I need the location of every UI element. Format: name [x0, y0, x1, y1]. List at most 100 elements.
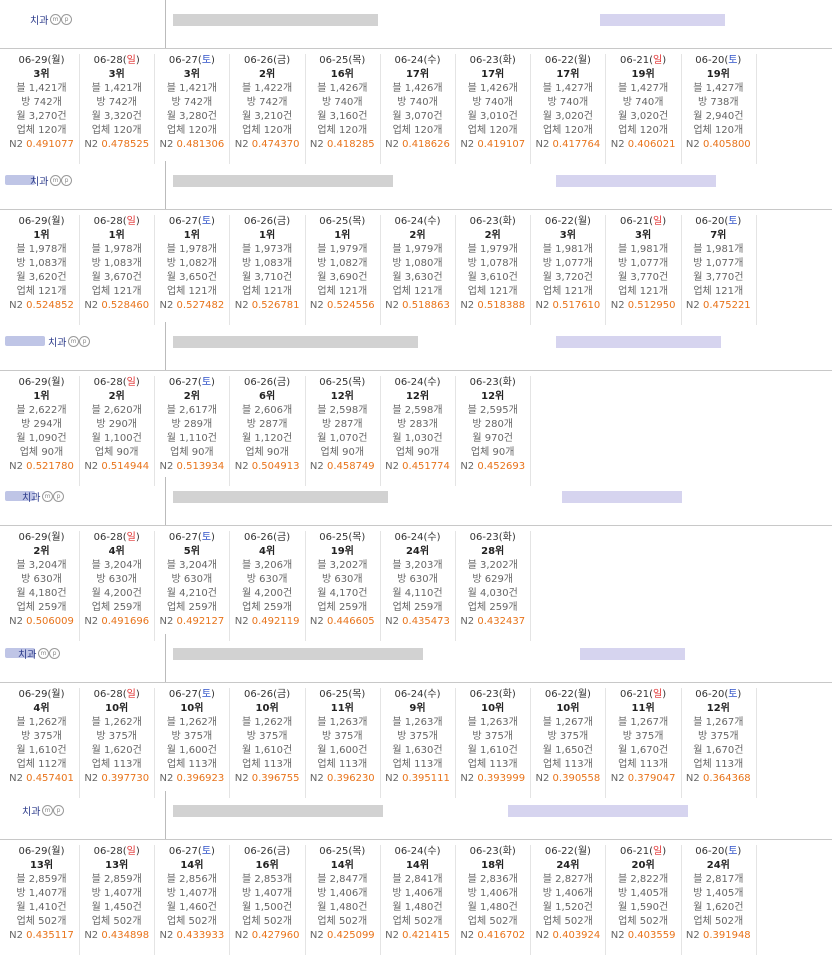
day-cell[interactable]: 06-25(목) 19위 블 3,202개 방 630개 월 4,170건 업체 259개…	[305, 531, 381, 641]
n2-value: 0.446605	[326, 616, 375, 627]
day-cell[interactable]: 06-24(수) 14위 블 2,841개 방 1,406개 월 1,480건 업체 50…	[380, 845, 456, 955]
n2-value: 0.491696	[101, 616, 150, 627]
day-cell[interactable]: 06-25(목) 16위 블 1,426개 방 740개 월 3,160건 업체 120개…	[305, 54, 381, 164]
day-cell[interactable]: 06-21(일) 11위 블 1,267개 방 375개 월 1,670건 업체 113개…	[606, 688, 682, 798]
clinic-name-suffix[interactable]: 치과	[30, 12, 48, 27]
clinic-name-cell[interactable]: 치과 m p	[0, 634, 166, 682]
map-m-icon[interactable]: m	[50, 14, 61, 25]
day-cell[interactable]: 06-28(일) 3위 블 1,421개 방 742개 월 3,320건 업체 120개 N…	[79, 54, 156, 164]
day-cell[interactable]: 06-28(일) 10위 블 1,262개 방 375개 월 1,620건 업체 113개…	[79, 688, 156, 798]
biz-count: 업체 502개	[242, 916, 293, 927]
biz-count: 업체 120개	[16, 125, 67, 136]
day-cell[interactable]: 06-21(일) 19위 블 1,427개 방 740개 월 3,020건 업체 120개…	[606, 54, 682, 164]
weekday-text: 월	[51, 377, 61, 388]
clinic-name-suffix[interactable]: 치과	[48, 334, 66, 349]
day-cell[interactable]: 06-28(일) 13위 블 2,859개 방 1,407개 월 1,450건 업체 50…	[79, 845, 156, 955]
day-cell[interactable]: 06-28(일) 4위 블 3,204개 방 630개 월 4,200건 업체 259개 N…	[79, 531, 156, 641]
rank-value: 13위	[29, 860, 54, 871]
biz-count: 업체 121개	[542, 286, 593, 297]
map-m-icon[interactable]: m	[50, 175, 61, 186]
paren-close: )	[286, 377, 291, 388]
day-cell[interactable]: 06-27(토) 3위 블 1,421개 방 742개 월 3,280건 업체 120개 N…	[154, 54, 231, 164]
day-cell[interactable]: 06-25(목) 11위 블 1,263개 방 375개 월 1,600건 업체 113개…	[305, 688, 381, 798]
day-cell[interactable]: 06-24(수) 24위 블 3,203개 방 630개 월 4,110건 업체 259개…	[380, 531, 456, 641]
biz-count: 업체 502개	[618, 916, 669, 927]
day-cell[interactable]: 06-20(토) 19위 블 1,427개 방 738개 월 2,940건 업체 120개…	[681, 54, 757, 164]
day-cell[interactable]: 06-28(일) 2위 블 2,620개 방 290개 월 1,100건 업체 90개 N2…	[79, 376, 156, 486]
day-cell[interactable]: 06-25(목) 12위 블 2,598개 방 287개 월 1,070건 업체 90개 N…	[305, 376, 381, 486]
day-cell[interactable]: 06-23(화) 12위 블 2,595개 방 280개 월 970건 업체 90개 N2 …	[455, 376, 532, 486]
day-cell[interactable]: 06-29(월) 13위 블 2,859개 방 1,407개 월 1,410건 업체 50…	[4, 845, 80, 955]
clinic-name-suffix[interactable]: 치과	[22, 803, 40, 818]
map-m-icon[interactable]: m	[42, 805, 53, 816]
day-cell[interactable]: 06-25(목) 1위 블 1,979개 방 1,082개 월 3,690건 업체 121…	[305, 215, 381, 325]
day-cell[interactable]: 06-26(금) 1위 블 1,973개 방 1,083개 월 3,710건 업체 121…	[230, 215, 306, 325]
day-cell[interactable]: 06-24(수) 2위 블 1,979개 방 1,080개 월 3,630건 업체 121…	[380, 215, 456, 325]
clinic-name-cell[interactable]: 치과 m p	[0, 477, 166, 525]
day-cell[interactable]: 06-20(토) 24위 블 2,817개 방 1,405개 월 1,620건 업체 50…	[681, 845, 757, 955]
day-cell[interactable]: 06-27(토) 10위 블 1,262개 방 375개 월 1,600건 업체 113개…	[154, 688, 231, 798]
n2-score: N2 0.514944	[79, 460, 154, 474]
bang-count: 방 742개	[171, 97, 213, 108]
day-cell[interactable]: 06-20(토) 12위 블 1,267개 방 375개 월 1,670건 업체 113개…	[681, 688, 757, 798]
day-cell[interactable]: 06-23(화) 2위 블 1,979개 방 1,078개 월 3,610건 업체 121…	[455, 215, 532, 325]
map-p-icon[interactable]: p	[61, 14, 72, 25]
day-cell[interactable]: 06-26(금) 6위 블 2,606개 방 287개 월 1,120건 업체 90개 N2…	[230, 376, 306, 486]
day-cell[interactable]: 06-29(월) 4위 블 1,262개 방 375개 월 1,610건 업체 112개 N…	[4, 688, 80, 798]
day-date: 06-24(수)	[380, 376, 455, 390]
day-cell[interactable]: 06-24(수) 12위 블 2,598개 방 283개 월 1,030건 업체 90개 N…	[380, 376, 456, 486]
day-cell[interactable]: 06-23(화) 28위 블 3,202개 방 629개 월 4,030건 업체 259개…	[455, 531, 532, 641]
map-p-icon[interactable]: p	[49, 648, 60, 659]
day-cell[interactable]: 06-27(토) 14위 블 2,856개 방 1,407개 월 1,460건 업체 50…	[154, 845, 231, 955]
day-cell[interactable]: 06-21(일) 20위 블 2,822개 방 1,405개 월 1,590건 업체 50…	[606, 845, 682, 955]
day-cell[interactable]: 06-22(월) 24위 블 2,827개 방 1,406개 월 1,520건 업체 50…	[530, 845, 607, 955]
paren-close: )	[60, 216, 65, 227]
clinic-name-suffix[interactable]: 치과	[22, 489, 40, 504]
weekday-text: 화	[502, 846, 512, 857]
day-cell[interactable]: 06-24(수) 17위 블 1,426개 방 740개 월 3,070건 업체 120개…	[380, 54, 456, 164]
day-cell[interactable]: 06-23(화) 10위 블 1,263개 방 375개 월 1,610건 업체 113개…	[455, 688, 532, 798]
day-cell[interactable]: 06-27(토) 1위 블 1,978개 방 1,082개 월 3,650건 업체 121…	[154, 215, 231, 325]
clinic-name-cell[interactable]: 치과 m p	[0, 791, 166, 839]
day-cell[interactable]: 06-29(월) 3위 블 1,421개 방 742개 월 3,270건 업체 120개 N…	[4, 54, 80, 164]
rank-value: 10위	[255, 703, 279, 714]
map-m-icon[interactable]: m	[38, 648, 49, 659]
day-cell[interactable]: 06-22(월) 17위 블 1,427개 방 740개 월 3,020건 업체 120개…	[530, 54, 607, 164]
day-cell[interactable]: 06-28(일) 1위 블 1,978개 방 1,083개 월 3,670건 업체 121…	[79, 215, 156, 325]
map-m-icon[interactable]: m	[68, 336, 79, 347]
clinic-name-cell[interactable]: 치과 m p	[0, 0, 166, 48]
rank-value: 17위	[481, 69, 505, 80]
day-cell[interactable]: 06-23(화) 17위 블 1,426개 방 740개 월 3,010건 업체 120개…	[455, 54, 532, 164]
clinic-name-suffix[interactable]: 치과	[30, 173, 48, 188]
map-p-icon[interactable]: p	[53, 491, 64, 502]
day-cell[interactable]: 06-29(월) 2위 블 3,204개 방 630개 월 4,180건 업체 259개 N…	[4, 531, 80, 641]
clinic-name-cell[interactable]: 치과 m p	[0, 322, 166, 370]
day-cell[interactable]: 06-22(월) 3위 블 1,981개 방 1,077개 월 3,720건 업체 121…	[530, 215, 607, 325]
map-m-icon[interactable]: m	[42, 491, 53, 502]
day-cell[interactable]: 06-26(금) 10위 블 1,262개 방 375개 월 1,610건 업체 113개…	[230, 688, 306, 798]
blog-count: 블 1,421개	[91, 83, 142, 94]
map-p-icon[interactable]: p	[61, 175, 72, 186]
day-cell[interactable]: 06-22(월) 10위 블 1,267개 방 375개 월 1,650건 업체 113개…	[530, 688, 607, 798]
day-cell[interactable]: 06-23(화) 18위 블 2,836개 방 1,406개 월 1,480건 업체 50…	[455, 845, 532, 955]
day-cell[interactable]: 06-24(수) 9위 블 1,263개 방 375개 월 1,630건 업체 113개 N…	[380, 688, 456, 798]
map-p-icon[interactable]: p	[79, 336, 90, 347]
day-cell[interactable]: 06-27(토) 5위 블 3,204개 방 630개 월 4,210건 업체 259개 N…	[154, 531, 231, 641]
day-cell[interactable]: 06-25(목) 14위 블 2,847개 방 1,406개 월 1,480건 업체 50…	[305, 845, 381, 955]
date-text: 06-26	[244, 216, 274, 227]
day-cell[interactable]: 06-26(금) 16위 블 2,853개 방 1,407개 월 1,500건 업체 50…	[230, 845, 306, 955]
clinic-name-suffix[interactable]: 치과	[18, 646, 36, 661]
day-cell[interactable]: 06-20(토) 7위 블 1,981개 방 1,077개 월 3,770건 업체 121…	[681, 215, 757, 325]
clinic-name-cell[interactable]: 치과 m p	[0, 161, 166, 209]
day-cell[interactable]: 06-26(금) 4위 블 3,206개 방 630개 월 4,200건 업체 259개 N…	[230, 531, 306, 641]
n2-score: N2 0.521780	[4, 460, 79, 474]
day-cell[interactable]: 06-27(토) 2위 블 2,617개 방 289개 월 1,110건 업체 90개 N2…	[154, 376, 231, 486]
n2-value: 0.403924	[552, 930, 601, 941]
n2-score: N2 0.379047	[606, 772, 681, 786]
day-cell[interactable]: 06-29(월) 1위 블 2,622개 방 294개 월 1,090건 업체 90개 N2…	[4, 376, 80, 486]
day-cell[interactable]: 06-29(월) 1위 블 1,978개 방 1,083개 월 3,620건 업체 121…	[4, 215, 80, 325]
day-cell[interactable]: 06-26(금) 2위 블 1,422개 방 742개 월 3,210건 업체 120개 N…	[230, 54, 306, 164]
day-cell[interactable]: 06-21(일) 3위 블 1,981개 방 1,077개 월 3,770건 업체 121…	[606, 215, 682, 325]
blog-count: 블 2,606개	[241, 405, 293, 416]
map-p-icon[interactable]: p	[53, 805, 64, 816]
